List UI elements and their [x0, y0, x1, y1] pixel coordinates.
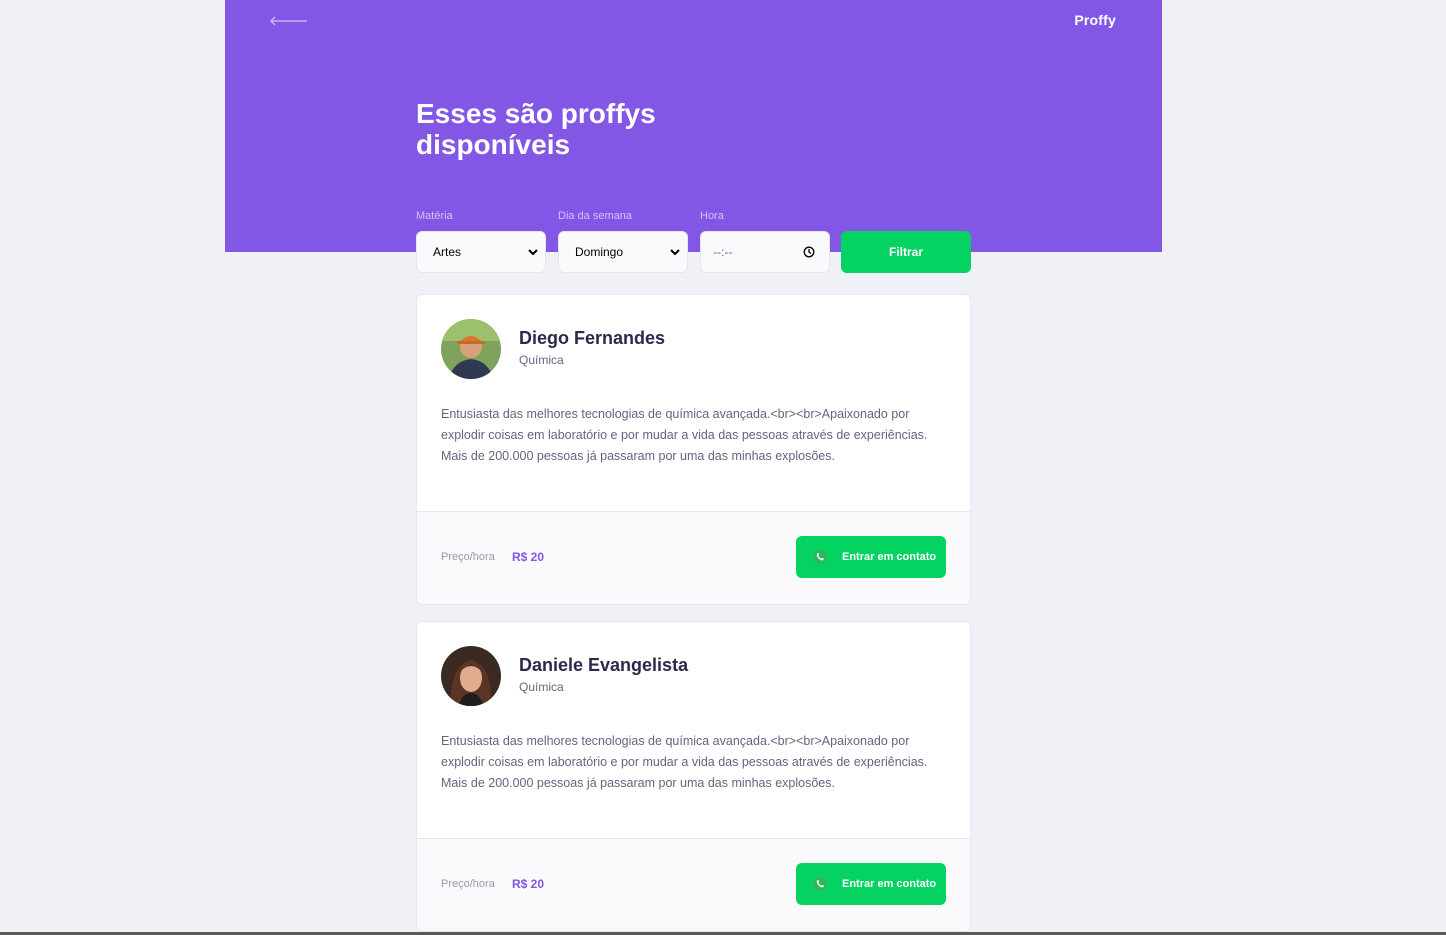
teacher-card-body: Daniele Evangelista Química Entusiasta d… — [417, 622, 970, 838]
teacher-card-footer: Preço/hora R$ 20 Entrar em contato — [417, 838, 970, 931]
weekday-select-value: Domingo — [575, 245, 624, 259]
arrow-left-icon — [269, 16, 307, 26]
time-input[interactable]: --:-- — [700, 231, 830, 273]
contact-button[interactable]: Entrar em contato — [796, 863, 946, 905]
price-value: R$ 20 — [512, 550, 545, 564]
contact-button-label: Entrar em contato — [842, 878, 937, 890]
logo: Proffy — [1074, 12, 1116, 28]
teacher-subject: Química — [519, 680, 564, 694]
subject-label: Matéria — [416, 210, 453, 222]
avatar — [441, 319, 501, 379]
teacher-bio: Entusiasta das melhores tecnologias de q… — [441, 734, 928, 790]
whatsapp-icon — [812, 549, 828, 565]
price-label: Preço/hora — [441, 551, 495, 563]
subject-select-value: Artes — [433, 245, 462, 259]
time-field: Hora --:-- — [700, 208, 830, 273]
contact-button-label: Entrar em contato — [842, 551, 937, 563]
teacher-name: Daniele Evangelista — [519, 655, 689, 675]
weekday-field: Dia da semana Domingo — [558, 208, 688, 273]
subject-field: Matéria Artes — [416, 208, 546, 273]
whatsapp-icon — [812, 876, 828, 892]
subject-select[interactable]: Artes — [416, 231, 546, 273]
contact-button[interactable]: Entrar em contato — [796, 536, 946, 578]
search-filters: Matéria Artes Dia da semana Domingo Hora… — [416, 208, 971, 274]
chevron-down-icon — [528, 249, 538, 256]
avatar — [441, 646, 501, 706]
teacher-card: Diego Fernandes Química Entusiasta das m… — [416, 294, 971, 605]
price-label: Preço/hora — [441, 878, 495, 890]
page-header: Proffy Esses são proffys disponíveis Mat… — [225, 0, 1162, 273]
chevron-down-icon — [670, 249, 680, 256]
teacher-card: Daniele Evangelista Química Entusiasta d… — [416, 621, 971, 932]
teacher-card-body: Diego Fernandes Química Entusiasta das m… — [417, 295, 970, 511]
clock-icon[interactable] — [803, 246, 815, 258]
time-input-value: --:-- — [713, 245, 733, 259]
teacher-name: Diego Fernandes — [519, 328, 666, 348]
weekday-select[interactable]: Domingo — [558, 231, 688, 273]
teacher-card-footer: Preço/hora R$ 20 Entrar em contato — [417, 511, 970, 604]
price-value: R$ 20 — [512, 877, 545, 891]
page-title: Esses são proffys disponíveis — [416, 98, 656, 160]
back-button[interactable] — [269, 10, 311, 32]
teacher-subject: Química — [519, 353, 564, 367]
filter-button[interactable]: Filtrar — [841, 231, 971, 273]
teacher-bio: Entusiasta das melhores tecnologias de q… — [441, 407, 928, 463]
time-label: Hora — [700, 210, 724, 222]
weekday-label: Dia da semana — [558, 210, 632, 222]
page: Proffy Esses são proffys disponíveis Mat… — [225, 0, 1162, 935]
